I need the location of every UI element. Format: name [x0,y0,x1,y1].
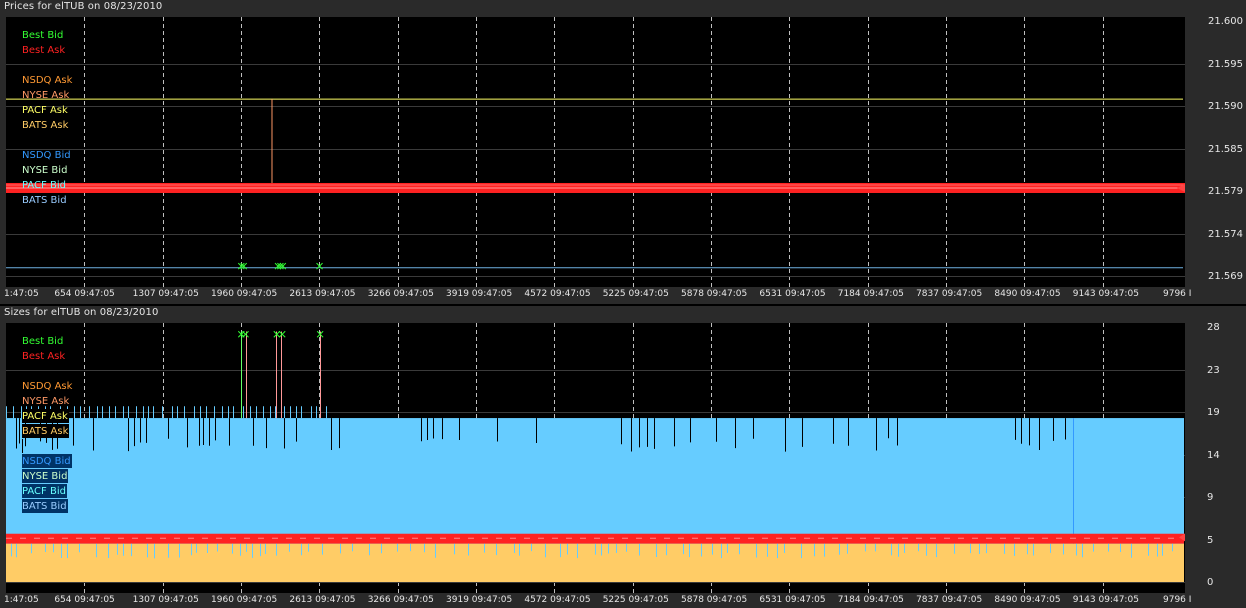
size-x-tick-label: 7184 09:47:05 [837,595,904,605]
size-legend: Best Bid Best Ask NSDQ Ask NYSE Ask PACF Ask… [22,334,72,514]
size-legend-item: NYSE Bid [22,469,69,483]
size-legend-item: NYSE Ask [22,396,70,407]
price-x-tick-label: 7184 09:47:05 [837,289,904,299]
price-x-tick-label: 654 09:47:05 [54,289,115,299]
size-panel-title: Sizes for elTUB on 08/23/2010 [4,307,159,318]
price-y-tick-label: 21.585 [1208,143,1243,155]
size-y-tick-label: 5 [1207,534,1214,546]
size-legend-item: PACF Ask [22,409,69,423]
price-chart [6,17,1185,287]
size-x-tick-label: 9143 09:47:05 [1072,595,1139,605]
price-y-tick-label: 21.600 [1208,16,1243,27]
size-x-tick-label: 1307 09:47:05 [132,595,199,605]
price-x-tick-label: 6531 09:47:05 [759,289,826,299]
price-panel: Prices for elTUB on 08/23/2010 Best Bid B… [0,0,1246,304]
size-legend-item [22,439,23,453]
price-y-tick-label: 21.579 [1208,186,1243,197]
size-y-tick-label: 0 [1207,577,1214,588]
price-legend-item: BATS Bid [22,195,67,206]
price-x-tick-label: 1960 09:47:05 [211,289,278,299]
price-legend-item: PACF Ask [22,105,68,116]
size-plot-area[interactable]: Best Bid Best Ask NSDQ Ask NYSE Ask PACF Ask… [6,323,1185,593]
price-legend-item: NYSE Bid [22,165,68,176]
price-x-tick-label: 4572 09:47:05 [524,289,591,299]
price-y-tick-label: 21.574 [1208,228,1243,240]
size-best-bid-marker [242,330,249,338]
size-legend-item: BATS Bid [22,499,68,513]
size-legend-item: BATS Ask [22,424,70,438]
size-x-tick-label: 1:47:05 [4,595,39,605]
size-best-bid-marker [278,330,286,338]
price-x-tick-label: 9143 09:47:05 [1072,289,1139,299]
size-y-tick-label: 23 [1207,364,1220,376]
price-y-tick-label: 21.569 [1208,271,1243,282]
price-legend-item: BATS Ask [22,120,69,131]
price-legend-item [22,133,72,148]
price-x-tick-label: 9796 I [1163,289,1192,299]
price-legend-item: NSDQ Ask [22,75,73,86]
size-x-tick-label: 4572 09:47:05 [524,595,591,605]
size-x-tick-label: 7837 09:47:05 [916,595,983,605]
price-x-tick-label: 1307 09:47:05 [132,289,199,299]
price-x-tick-label: 3266 09:47:05 [367,289,434,299]
price-x-tick-label: 5878 09:47:05 [681,289,748,299]
size-x-tick-label: 2613 09:47:05 [289,595,356,605]
price-y-tick-label: 21.590 [1208,101,1243,112]
size-x-tick-label: 3919 09:47:05 [446,595,513,605]
price-legend-item: PACF Bid [22,180,66,191]
size-legend-item: NSDQ Bid [22,454,72,468]
price-panel-title: Prices for elTUB on 08/23/2010 [4,1,163,12]
price-legend: Best Bid Best Ask NSDQ Ask NYSE Ask PACF Ask… [22,28,72,208]
price-x-tick-label: 8490 09:47:05 [994,289,1061,299]
size-x-tick-label: 9796 I [1163,595,1192,605]
size-x-tick-label: 3266 09:47:05 [367,595,434,605]
price-x-tick-label: 2613 09:47:05 [289,289,356,299]
size-legend-item: NSDQ Ask [22,381,73,392]
size-x-tick-label: 5225 09:47:05 [602,595,669,605]
size-legend-item: PACF Bid [22,484,67,498]
price-grid [6,17,1185,287]
size-chart [6,323,1185,593]
price-plot-area[interactable]: Best Bid Best Ask NSDQ Ask NYSE Ask PACF Ask… [6,17,1185,287]
price-legend-item: NSDQ Bid [22,150,71,161]
price-legend-item: NYSE Ask [22,90,70,101]
size-panel: Sizes for elTUB on 08/23/2010 Best Bid Be… [0,306,1246,608]
price-legend-item: Best Bid [22,30,64,41]
price-x-tick-label: 5225 09:47:05 [602,289,669,299]
size-x-tick-label: 5878 09:47:05 [681,595,748,605]
price-legend-item [22,58,72,73]
price-x-tick-label: 1:47:05 [4,289,39,299]
size-y-tick-label: 9 [1207,492,1214,503]
size-x-tick-label: 654 09:47:05 [54,595,115,605]
size-y-tick-label: 19 [1207,407,1220,418]
size-x-tick-label: 6531 09:47:05 [759,595,826,605]
price-x-tick-label: 7837 09:47:05 [916,289,983,299]
size-y-tick-label: 28 [1207,322,1220,333]
size-x-tick-label: 8490 09:47:05 [994,595,1061,605]
size-y-tick-label: 14 [1207,449,1220,461]
size-x-tick-label: 1960 09:47:05 [211,595,278,605]
size-legend-item: Best Bid [22,336,64,347]
price-x-tick-label: 3919 09:47:05 [446,289,513,299]
price-y-tick-label: 21.595 [1208,58,1243,70]
price-legend-item: Best Ask [22,45,66,56]
size-legend-item: Best Ask [22,351,66,362]
